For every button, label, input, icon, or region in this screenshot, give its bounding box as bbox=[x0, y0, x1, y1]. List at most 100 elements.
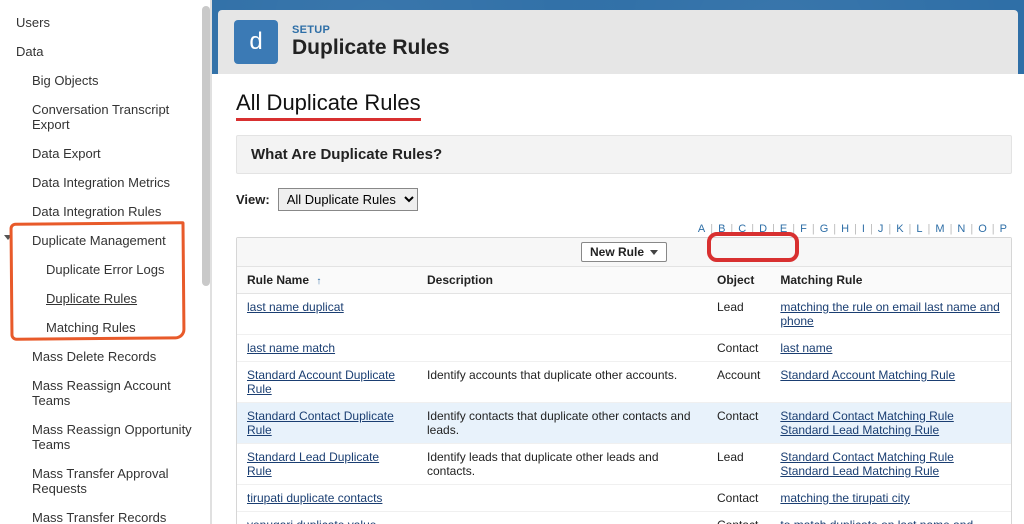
info-panel: What Are Duplicate Rules? bbox=[236, 135, 1012, 174]
nav-mass-transfer-approval-requests[interactable]: Mass Transfer Approval Requests bbox=[0, 459, 210, 503]
rule-object: Contact bbox=[707, 485, 770, 512]
rule-name-link[interactable]: Standard Lead Duplicate Rule bbox=[247, 450, 379, 478]
alpha-H[interactable]: H bbox=[839, 223, 852, 235]
table-row: Standard Account Duplicate Rule Identify … bbox=[237, 362, 1011, 403]
matching-rule-link[interactable]: matching the tirupati city bbox=[780, 491, 909, 505]
table-row: last name duplicat Lead matching the rule … bbox=[237, 294, 1011, 335]
nav-mass-delete-records[interactable]: Mass Delete Records bbox=[0, 342, 210, 371]
rule-object: Lead bbox=[707, 444, 770, 485]
nav-data-integration-rules[interactable]: Data Integration Rules bbox=[0, 197, 210, 226]
table-row: yenugari duplicate value Contact to match … bbox=[237, 512, 1011, 524]
rule-matching: Standard Contact Matching RuleStandard L… bbox=[770, 444, 1011, 485]
sidebar: Users Data Big Objects Conversation Tran… bbox=[0, 0, 212, 524]
rule-matching: Standard Account Matching Rule bbox=[770, 362, 1011, 403]
table-row: Standard Lead Duplicate Rule Identify lea… bbox=[237, 444, 1011, 485]
matching-rule-link[interactable]: Standard Account Matching Rule bbox=[780, 368, 955, 382]
alpha-D[interactable]: D bbox=[757, 223, 770, 235]
alpha-A[interactable]: A bbox=[696, 223, 708, 235]
table-row: Standard Contact Duplicate Rule Identify … bbox=[237, 403, 1011, 444]
page-title: Duplicate Rules bbox=[292, 36, 450, 60]
rule-name-link[interactable]: Standard Account Duplicate Rule bbox=[247, 368, 395, 396]
main-content: d SETUP Duplicate Rules All Duplicate Ru… bbox=[212, 0, 1024, 524]
alpha-I[interactable]: I bbox=[860, 223, 868, 235]
nav-duplicate-management-label: Duplicate Management bbox=[32, 233, 166, 248]
page-header: d SETUP Duplicate Rules bbox=[212, 0, 1024, 74]
rule-matching: last name bbox=[770, 335, 1011, 362]
rule-description bbox=[417, 294, 707, 335]
nav-conversation-transcript-export[interactable]: Conversation Transcript Export bbox=[0, 95, 210, 139]
annotation-circle bbox=[707, 232, 799, 262]
nav-matching-rules[interactable]: Matching Rules bbox=[0, 313, 210, 342]
matching-rule-link[interactable]: Standard Contact Matching Rule bbox=[780, 409, 953, 423]
nav-data-integration-metrics[interactable]: Data Integration Metrics bbox=[0, 168, 210, 197]
alpha-G[interactable]: G bbox=[818, 223, 832, 235]
nav-users[interactable]: Users bbox=[0, 8, 210, 37]
chevron-down-icon bbox=[4, 235, 12, 240]
rule-description bbox=[417, 485, 707, 512]
rule-object: Contact bbox=[707, 512, 770, 524]
alpha-B[interactable]: B bbox=[716, 223, 728, 235]
matching-rule-link[interactable]: to match duplicate on last name and mall… bbox=[780, 518, 973, 524]
rule-matching: to match duplicate on last name and mall… bbox=[770, 512, 1011, 524]
matching-rule-link[interactable]: last name bbox=[780, 341, 832, 355]
rule-description: Identify contacts that duplicate other c… bbox=[417, 403, 707, 444]
alpha-F[interactable]: F bbox=[798, 223, 810, 235]
alpha-K[interactable]: K bbox=[894, 223, 906, 235]
rules-table: Rule Name ↑ Description Object Matching … bbox=[237, 267, 1011, 524]
nav-big-objects[interactable]: Big Objects bbox=[0, 66, 210, 95]
alpha-M[interactable]: M bbox=[933, 223, 947, 235]
breadcrumb: SETUP bbox=[292, 24, 450, 36]
alpha-E[interactable]: E bbox=[778, 223, 790, 235]
nav-data-export[interactable]: Data Export bbox=[0, 139, 210, 168]
rule-name-link[interactable]: tirupati duplicate contacts bbox=[247, 491, 382, 505]
rule-name-link[interactable]: Standard Contact Duplicate Rule bbox=[247, 409, 394, 437]
nav-duplicate-rules[interactable]: Duplicate Rules bbox=[0, 284, 210, 313]
col-description[interactable]: Description bbox=[417, 267, 707, 294]
alpha-O[interactable]: O bbox=[976, 223, 990, 235]
alpha-C[interactable]: C bbox=[736, 223, 749, 235]
view-select[interactable]: All Duplicate Rules bbox=[278, 188, 418, 211]
new-rule-button[interactable]: New Rule bbox=[581, 242, 667, 262]
rules-table-wrap: New Rule Rule Name ↑ Description Object bbox=[236, 237, 1012, 524]
rule-description bbox=[417, 335, 707, 362]
alpha-J[interactable]: J bbox=[876, 223, 887, 235]
alpha-L[interactable]: L bbox=[914, 223, 925, 235]
rule-description bbox=[417, 512, 707, 524]
rule-object: Contact bbox=[707, 335, 770, 362]
rule-name-link[interactable]: yenugari duplicate value bbox=[247, 518, 376, 524]
nav-mass-reassign-account-teams[interactable]: Mass Reassign Account Teams bbox=[0, 371, 210, 415]
col-rule-name[interactable]: Rule Name ↑ bbox=[237, 267, 417, 294]
matching-rule-link[interactable]: Standard Contact Matching Rule bbox=[780, 450, 953, 464]
rule-object: Contact bbox=[707, 403, 770, 444]
col-matching-rule[interactable]: Matching Rule bbox=[770, 267, 1011, 294]
col-rule-name-label: Rule Name bbox=[247, 273, 309, 287]
rule-description: Identify leads that duplicate other lead… bbox=[417, 444, 707, 485]
new-rule-button-label: New Rule bbox=[590, 245, 644, 259]
col-object[interactable]: Object bbox=[707, 267, 770, 294]
info-panel-title: What Are Duplicate Rules? bbox=[251, 146, 442, 163]
nav-duplicate-error-logs[interactable]: Duplicate Error Logs bbox=[0, 255, 210, 284]
nav-mass-transfer-records[interactable]: Mass Transfer Records bbox=[0, 503, 210, 524]
section-title: All Duplicate Rules bbox=[236, 90, 421, 121]
matching-rule-link[interactable]: matching the rule on email last name and… bbox=[780, 300, 999, 328]
duplicate-icon: d bbox=[234, 20, 278, 64]
nav-data[interactable]: Data bbox=[0, 37, 210, 66]
nav-mass-reassign-opportunity-teams[interactable]: Mass Reassign Opportunity Teams bbox=[0, 415, 210, 459]
view-label: View: bbox=[236, 192, 270, 207]
matching-rule-link[interactable]: Standard Lead Matching Rule bbox=[780, 423, 939, 437]
rule-description: Identify accounts that duplicate other a… bbox=[417, 362, 707, 403]
table-row: last name match Contact last name bbox=[237, 335, 1011, 362]
matching-rule-link[interactable]: Standard Lead Matching Rule bbox=[780, 464, 939, 478]
alpha-N[interactable]: N bbox=[955, 223, 968, 235]
alpha-index: A|B|C|D|E|F|G|H|I|J|K|L|M|N|O|P bbox=[236, 223, 1012, 235]
rule-name-link[interactable]: last name duplicat bbox=[247, 300, 344, 314]
table-row: tirupati duplicate contacts Contact matchi… bbox=[237, 485, 1011, 512]
rule-matching: matching the rule on email last name and… bbox=[770, 294, 1011, 335]
rule-name-link[interactable]: last name match bbox=[247, 341, 335, 355]
rule-matching: matching the tirupati city bbox=[770, 485, 1011, 512]
rule-object: Account bbox=[707, 362, 770, 403]
rule-object: Lead bbox=[707, 294, 770, 335]
nav-duplicate-management[interactable]: Duplicate Management bbox=[0, 226, 210, 255]
rule-matching: Standard Contact Matching RuleStandard L… bbox=[770, 403, 1011, 444]
alpha-P[interactable]: P bbox=[998, 223, 1010, 235]
